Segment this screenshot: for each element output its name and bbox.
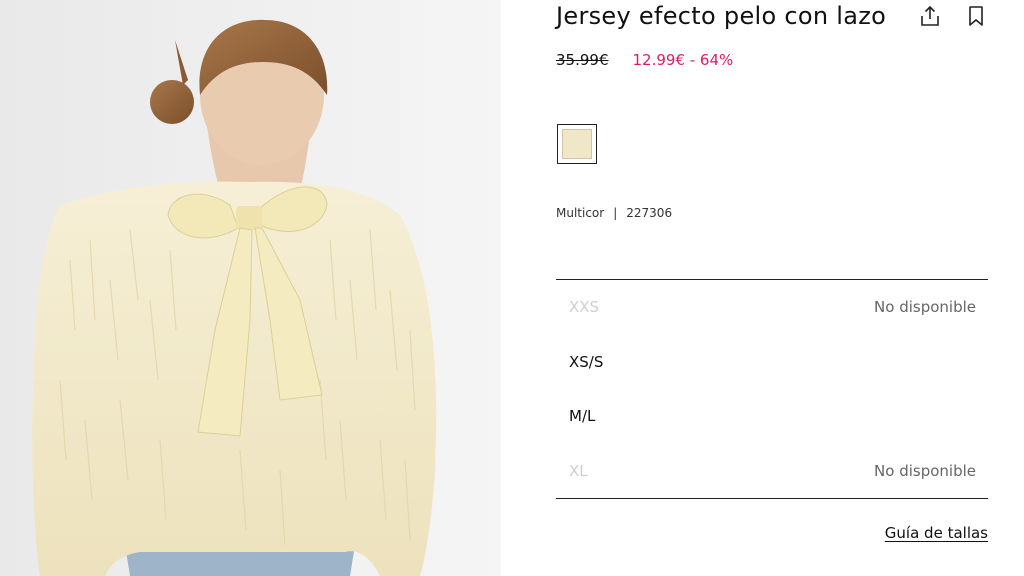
size-selector: XXS No disponible XS/S M/L XL No disponi… (556, 279, 988, 499)
product-title: Jersey efecto pelo con lazo (556, 2, 887, 30)
product-photo-illustration (0, 0, 501, 576)
sale-price: 12.99€ - 64% (632, 51, 734, 69)
bookmark-icon (969, 6, 983, 26)
share-button[interactable] (916, 2, 944, 30)
color-name: Multicor (556, 206, 605, 220)
size-label: XXS (569, 298, 600, 316)
size-label: XL (569, 461, 588, 480)
color-swatch-fill (562, 129, 592, 159)
size-option-m-l[interactable]: M/L (556, 389, 988, 444)
size-guide-link[interactable]: Guía de tallas (885, 524, 988, 542)
size-availability: No disponible (874, 298, 976, 316)
product-meta: Multicor | 227306 (556, 206, 672, 220)
product-reference: 227306 (626, 206, 673, 220)
size-availability: No disponible (874, 461, 976, 480)
share-icon (921, 5, 939, 26)
meta-separator: | (613, 206, 618, 220)
save-to-wishlist-button[interactable] (962, 2, 990, 30)
original-price: 35.99€ (556, 51, 609, 69)
size-label: XS/S (569, 352, 604, 371)
size-label: M/L (569, 407, 596, 425)
size-option-xl[interactable]: XL No disponible (556, 444, 988, 499)
size-option-xxs[interactable]: XXS No disponible (556, 280, 988, 335)
product-details-panel: Jersey efecto pelo con lazo 35.99€ 12.99… (556, 0, 988, 576)
price-row: 35.99€ 12.99€ - 64% (556, 51, 733, 69)
color-swatch-selected[interactable] (557, 124, 597, 164)
product-image[interactable] (0, 0, 501, 576)
size-option-xs-s[interactable]: XS/S (556, 335, 988, 390)
